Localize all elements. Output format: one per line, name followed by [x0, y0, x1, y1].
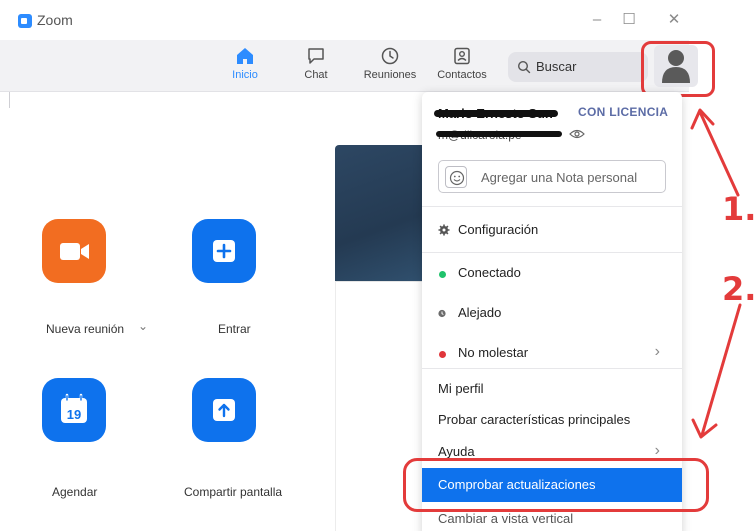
annotation-step-2: 2. [722, 270, 756, 308]
annotation-step-1: 1. [722, 190, 756, 228]
arrow-to-updates [700, 303, 742, 437]
arrow-to-avatar [698, 110, 740, 197]
annotation-arrows [690, 108, 742, 439]
